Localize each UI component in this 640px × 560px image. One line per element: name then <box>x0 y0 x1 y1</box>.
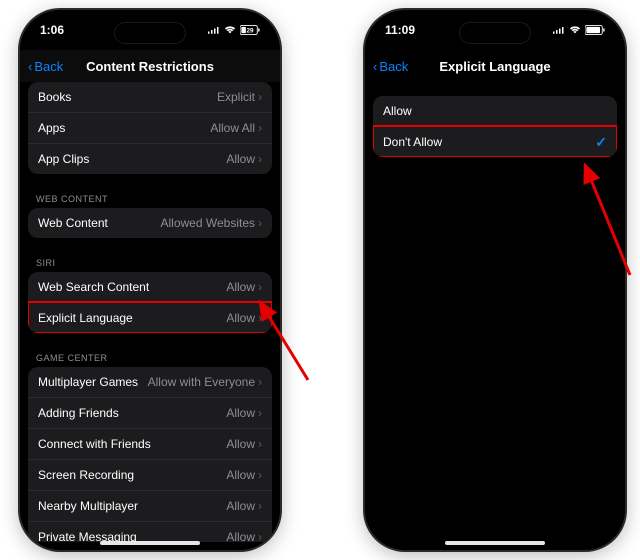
row-web-content[interactable]: Web Content Allowed Websites› <box>28 208 272 238</box>
chevron-right-icon: › <box>258 90 262 104</box>
wifi-icon <box>569 25 581 35</box>
row-books[interactable]: Books Explicit› <box>28 82 272 112</box>
row-screen-recording[interactable]: Screen RecordingAllow› <box>28 459 272 490</box>
home-indicator[interactable] <box>445 541 545 545</box>
nav-bar: ‹ Back Explicit Language <box>365 50 625 82</box>
row-web-search-content[interactable]: Web Search Content Allow› <box>28 272 272 302</box>
nav-title: Explicit Language <box>439 59 550 74</box>
chevron-right-icon: › <box>258 375 262 389</box>
row-adding-friends[interactable]: Adding FriendsAllow› <box>28 397 272 428</box>
group-game-center: Multiplayer GamesAllow with Everyone› Ad… <box>28 367 272 542</box>
phone-explicit-language: 11:09 ‹ Back Explicit Language Allow Don… <box>365 10 625 550</box>
chevron-right-icon: › <box>258 468 262 482</box>
back-label: Back <box>379 59 408 74</box>
row-app-clips[interactable]: App Clips Allow› <box>28 143 272 174</box>
header-web-content: WEB CONTENT <box>20 184 280 208</box>
chevron-left-icon: ‹ <box>373 59 377 74</box>
chevron-right-icon: › <box>258 311 262 325</box>
chevron-right-icon: › <box>258 530 262 542</box>
svg-text:29: 29 <box>246 28 254 35</box>
back-button[interactable]: ‹ Back <box>28 59 63 74</box>
group-siri: Web Search Content Allow› Explicit Langu… <box>28 272 272 333</box>
settings-scroll[interactable]: Books Explicit› Apps Allow All› App Clip… <box>20 82 280 542</box>
status-time: 1:06 <box>40 23 64 37</box>
battery-icon <box>585 25 605 35</box>
dynamic-island <box>114 22 186 44</box>
group-content-top: Books Explicit› Apps Allow All› App Clip… <box>28 82 272 174</box>
chevron-right-icon: › <box>258 437 262 451</box>
signal-icon <box>553 25 565 35</box>
header-siri: SIRI <box>20 248 280 272</box>
row-multiplayer-games[interactable]: Multiplayer GamesAllow with Everyone› <box>28 367 272 397</box>
status-time: 11:09 <box>385 23 415 37</box>
settings-scroll[interactable]: Allow Don't Allow ✓ <box>365 82 625 542</box>
phone-content-restrictions: 1:06 29 ‹ Back Content Restrictions Book… <box>20 10 280 550</box>
row-nearby-multiplayer[interactable]: Nearby MultiplayerAllow› <box>28 490 272 521</box>
nav-title: Content Restrictions <box>86 59 214 74</box>
row-explicit-language[interactable]: Explicit Language Allow› <box>28 302 272 333</box>
nav-bar: ‹ Back Content Restrictions <box>20 50 280 82</box>
back-label: Back <box>34 59 63 74</box>
group-explicit-options: Allow Don't Allow ✓ <box>373 96 617 157</box>
row-connect-with-friends[interactable]: Connect with FriendsAllow› <box>28 428 272 459</box>
group-web-content: Web Content Allowed Websites› <box>28 208 272 238</box>
wifi-icon <box>224 25 236 35</box>
option-allow[interactable]: Allow <box>373 96 617 126</box>
chevron-right-icon: › <box>258 216 262 230</box>
chevron-right-icon: › <box>258 121 262 135</box>
row-private-messaging[interactable]: Private MessagingAllow› <box>28 521 272 542</box>
chevron-right-icon: › <box>258 152 262 166</box>
home-indicator[interactable] <box>100 541 200 545</box>
chevron-right-icon: › <box>258 499 262 513</box>
row-apps[interactable]: Apps Allow All› <box>28 112 272 143</box>
chevron-left-icon: ‹ <box>28 59 32 74</box>
dynamic-island <box>459 22 531 44</box>
signal-icon <box>208 25 220 35</box>
option-dont-allow[interactable]: Don't Allow ✓ <box>373 126 617 157</box>
back-button[interactable]: ‹ Back <box>373 59 408 74</box>
chevron-right-icon: › <box>258 280 262 294</box>
chevron-right-icon: › <box>258 406 262 420</box>
header-game-center: GAME CENTER <box>20 343 280 367</box>
checkmark-icon: ✓ <box>595 134 607 151</box>
battery-icon: 29 <box>240 25 260 35</box>
